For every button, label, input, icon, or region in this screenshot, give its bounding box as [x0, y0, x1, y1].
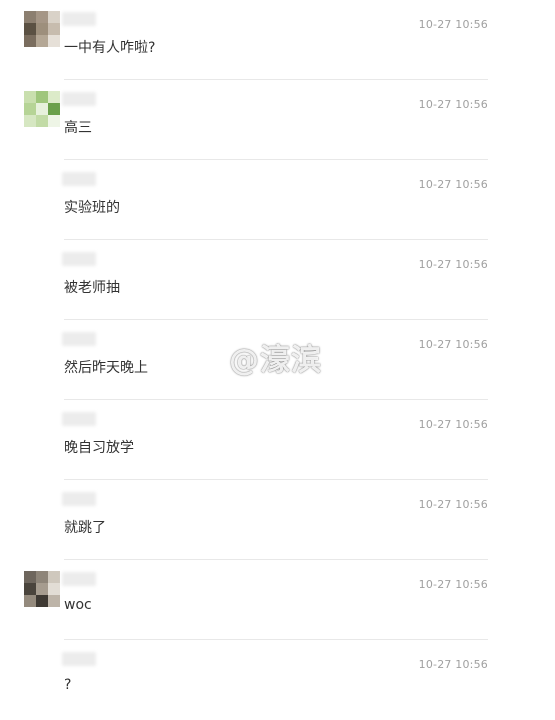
comment-text: 实验班的 — [64, 200, 120, 216]
comment-item: 10-27 10:56 晚自习放学 — [0, 400, 555, 480]
comment-time: 10-27 10:56 — [418, 98, 488, 111]
comment-text: 晚自习放学 — [64, 440, 134, 456]
comment-time: 10-27 10:56 — [418, 18, 488, 31]
comment-time: 10-27 10:56 — [418, 578, 488, 591]
comment-item: 10-27 10:56 就跳了 — [0, 480, 555, 560]
comment-time: 10-27 10:56 — [418, 418, 488, 431]
user-avatar[interactable] — [24, 11, 60, 47]
comment-time: 10-27 10:56 — [418, 658, 488, 671]
username-blurred[interactable] — [62, 12, 96, 26]
comment-text: 被老师抽 — [64, 280, 120, 296]
comment-text: woc — [64, 597, 92, 613]
username-blurred[interactable] — [62, 92, 96, 106]
comment-item: 10-27 10:56 woc — [0, 560, 555, 640]
comment-text: 高三 — [64, 120, 92, 136]
comment-item: 10-27 10:56 ? — [0, 640, 555, 720]
comment-text: 就跳了 — [64, 520, 106, 536]
username-blurred[interactable] — [62, 652, 96, 666]
user-avatar[interactable] — [24, 91, 60, 127]
username-blurred[interactable] — [62, 572, 96, 586]
comment-time: 10-27 10:56 — [418, 338, 488, 351]
comment-item: 10-27 10:56 一中有人咋啦? — [0, 0, 555, 80]
comment-text: 一中有人咋啦? — [64, 40, 156, 56]
comment-text: ? — [64, 677, 72, 693]
username-blurred[interactable] — [62, 172, 96, 186]
username-blurred[interactable] — [62, 412, 96, 426]
username-blurred[interactable] — [62, 332, 96, 346]
username-blurred[interactable] — [62, 492, 96, 506]
comment-time: 10-27 10:56 — [418, 178, 488, 191]
comment-item: 10-27 10:56 高三 — [0, 80, 555, 160]
comment-item: 10-27 10:56 被老师抽 — [0, 240, 555, 320]
comment-time: 10-27 10:56 — [418, 258, 488, 271]
username-blurred[interactable] — [62, 252, 96, 266]
watermark: @濠滨 — [229, 343, 322, 378]
comment-text: 然后昨天晚上 — [64, 360, 148, 376]
comment-item: 10-27 10:56 实验班的 — [0, 160, 555, 240]
user-avatar[interactable] — [24, 571, 60, 607]
comment-time: 10-27 10:56 — [418, 498, 488, 511]
